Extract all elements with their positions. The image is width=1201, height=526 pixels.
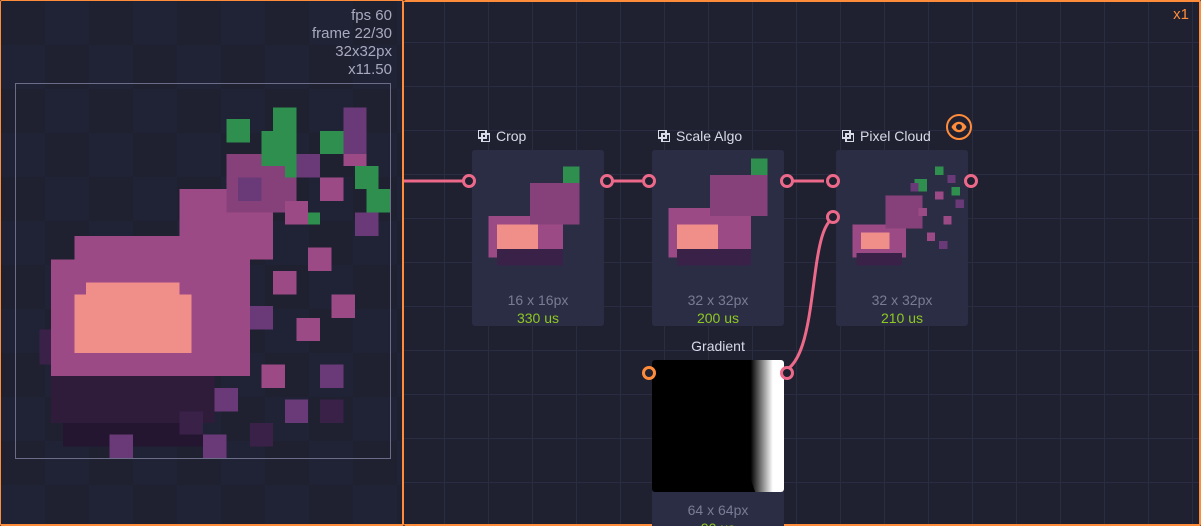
node-dim: 16 x 16px xyxy=(472,292,604,308)
node-dim: 64 x 64px xyxy=(652,502,784,518)
crop-icon xyxy=(658,130,670,142)
stat-fps: fps 60 xyxy=(312,7,392,25)
preview-panel[interactable]: fps 60 frame 22/30 32x32px x11.50 xyxy=(0,0,404,526)
port-in-main[interactable] xyxy=(826,174,840,188)
port-out[interactable] xyxy=(600,174,614,188)
node-time: 210 us xyxy=(836,310,968,326)
node-pixel-cloud[interactable]: Pixel Cloud 32 x 32px 210 us xyxy=(836,150,968,326)
preview-toggle-eye-icon[interactable] xyxy=(946,114,972,140)
stat-zoom: x11.50 xyxy=(312,61,392,79)
app-root: fps 60 frame 22/30 32x32px x11.50 xyxy=(0,0,1201,526)
port-in[interactable] xyxy=(642,366,656,380)
graph-zoom: x1 xyxy=(1173,6,1189,23)
node-title: Pixel Cloud xyxy=(860,128,931,144)
node-thumbnail xyxy=(652,360,784,492)
port-in[interactable] xyxy=(462,174,476,188)
graph-panel[interactable]: x1 Crop xyxy=(404,0,1201,526)
node-title: Crop xyxy=(496,128,526,144)
node-gradient[interactable]: Gradient 64 x 64px 90 us xyxy=(652,360,784,526)
port-out[interactable] xyxy=(780,366,794,380)
crop-icon xyxy=(478,130,490,142)
node-title: Scale Algo xyxy=(676,128,742,144)
port-out[interactable] xyxy=(964,174,978,188)
node-time: 330 us xyxy=(472,310,604,326)
node-thumbnail xyxy=(652,150,784,282)
node-dim: 32 x 32px xyxy=(652,292,784,308)
node-time: 90 us xyxy=(652,520,784,526)
crop-icon xyxy=(842,130,854,142)
node-thumbnail xyxy=(836,150,968,282)
node-thumbnail xyxy=(472,150,604,282)
node-scale-algo[interactable]: Scale Algo 32 x 32px 200 us xyxy=(652,150,784,326)
preview-stats: fps 60 frame 22/30 32x32px x11.50 xyxy=(312,7,392,79)
port-in[interactable] xyxy=(642,174,656,188)
preview-sprite xyxy=(16,84,390,458)
preview-viewport[interactable] xyxy=(15,83,391,459)
node-crop[interactable]: Crop 16 x 16px 330 us xyxy=(472,150,604,326)
stat-frame: frame 22/30 xyxy=(312,25,392,43)
node-dim: 32 x 32px xyxy=(836,292,968,308)
port-out[interactable] xyxy=(780,174,794,188)
stat-resolution: 32x32px xyxy=(312,43,392,61)
node-title: Gradient xyxy=(691,338,745,354)
node-time: 200 us xyxy=(652,310,784,326)
port-in-mask[interactable] xyxy=(826,210,840,224)
